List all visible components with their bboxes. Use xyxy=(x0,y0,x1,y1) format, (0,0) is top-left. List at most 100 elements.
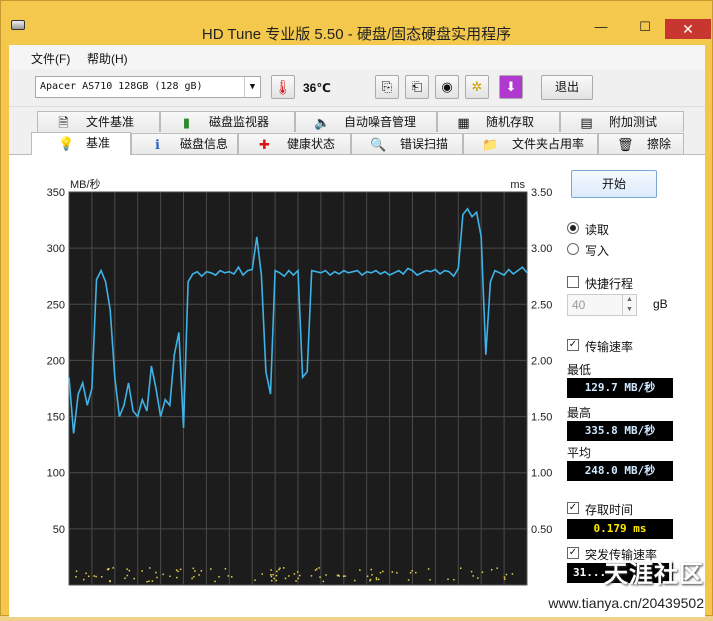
y-tick-left: 100 xyxy=(47,468,65,480)
tab-file-benchmark[interactable]: 🗎 文件基准 xyxy=(37,111,160,132)
access-time-point xyxy=(276,570,278,573)
tab-error-scan[interactable]: 🔍 错误扫描 xyxy=(351,133,463,154)
access-time-point xyxy=(198,574,200,576)
maximize-button[interactable]: ☐ xyxy=(636,20,654,34)
access-time-point xyxy=(316,568,318,570)
read-radio[interactable] xyxy=(567,222,579,234)
access-time-point xyxy=(210,568,212,570)
spin-up-icon[interactable]: ▲ xyxy=(622,295,636,305)
access-time-point xyxy=(505,573,508,576)
max-value: 335.8 MB/秒 xyxy=(567,421,673,441)
tab-benchmark[interactable]: 💡 基准 xyxy=(31,132,131,155)
tab-health[interactable]: ✚ 健康状态 xyxy=(238,133,351,154)
app-window: HD Tune 专业版 5.50 - 硬盘/固态硬盘实用程序 — ☐ ✕ 文件(… xyxy=(0,0,713,617)
menu-file[interactable]: 文件(F) xyxy=(31,50,70,67)
access-time-point xyxy=(288,575,290,577)
access-time-point xyxy=(230,576,233,578)
access-time-point xyxy=(83,578,85,581)
close-button[interactable]: ✕ xyxy=(665,19,711,39)
trash-icon: 🗑 xyxy=(617,137,634,152)
copy-info-button[interactable]: ⎘ xyxy=(375,75,399,99)
avg-value: 248.0 MB/秒 xyxy=(567,461,673,481)
toolbar: Apacer AS710 128GB (128 gB) ▼ 🌡 36℃ ⎘ ⎗ … xyxy=(9,69,705,107)
access-time-point xyxy=(371,574,373,576)
exit-button[interactable]: 退出 xyxy=(541,75,593,100)
short-stroke-label: 快捷行程 xyxy=(585,277,634,291)
short-stroke-value: 40 xyxy=(572,298,586,312)
spin-down-icon[interactable]: ▼ xyxy=(622,305,636,315)
chart-icon: ▮ xyxy=(182,115,191,130)
access-time-point xyxy=(100,576,103,578)
access-time-point xyxy=(477,577,479,579)
grid-icon: ▦ xyxy=(457,115,470,130)
tab-random-access[interactable]: ▦ 随机存取 xyxy=(437,111,560,132)
access-time-point xyxy=(427,568,430,570)
access-time-point xyxy=(375,577,378,579)
access-time-point xyxy=(503,578,506,580)
copy-icon: ⎘ xyxy=(381,79,393,94)
transfer-rate-label: 传输速率 xyxy=(585,340,634,354)
access-time-point xyxy=(369,578,372,581)
download-icon: ⬇ xyxy=(505,79,517,94)
access-time-point xyxy=(151,580,154,582)
drive-select[interactable]: Apacer AS710 128GB (128 gB) ▼ xyxy=(35,76,261,98)
screenshot-button[interactable]: ◉ xyxy=(435,75,459,99)
access-time-point xyxy=(95,575,97,578)
access-time-point xyxy=(193,575,195,578)
access-time-point xyxy=(214,580,216,583)
y-tick-right: 2.00 xyxy=(531,355,552,367)
save-button[interactable]: ⬇ xyxy=(499,75,523,99)
tab-row-primary: 💡 基准 ℹ 磁盘信息 ✚ 健康状态 🔍 错误扫描 📁 文件夹占用率 🗑 擦除 xyxy=(9,132,705,155)
access-time-point xyxy=(295,580,297,582)
short-stroke-input[interactable]: 40 ▲ ▼ xyxy=(567,294,637,316)
access-time-point xyxy=(496,567,498,569)
y-tick-right: 0.50 xyxy=(531,524,552,536)
write-radio[interactable] xyxy=(567,243,579,255)
menu-help[interactable]: 帮助(H) xyxy=(87,50,128,67)
access-time-point xyxy=(481,571,484,574)
access-time-point xyxy=(156,576,158,579)
y-tick-left: 200 xyxy=(47,355,65,367)
access-time-point xyxy=(409,572,412,574)
access-time-value: 0.179 ms xyxy=(567,519,673,539)
access-time-point xyxy=(322,580,325,583)
copy-all-button[interactable]: ⎗ xyxy=(405,75,429,99)
transfer-rate-checkbox[interactable]: ✓ xyxy=(567,339,579,351)
min-label: 最低 xyxy=(567,363,592,377)
access-time-point xyxy=(284,577,287,580)
access-time-point xyxy=(379,571,382,574)
access-time-point xyxy=(133,577,135,580)
access-time-point xyxy=(391,571,394,573)
options-button[interactable]: ✲ xyxy=(465,75,489,99)
tab-disk-monitor[interactable]: ▮ 磁盘监视器 xyxy=(160,111,295,132)
access-time-checkbox[interactable]: ✓ xyxy=(567,502,579,514)
tab-aam[interactable]: 🔈 自动噪音管理 xyxy=(295,111,437,132)
tab-folder-usage[interactable]: 📁 文件夹占用率 xyxy=(463,133,598,154)
tab-extra-tests[interactable]: ▤ 附加测试 xyxy=(560,111,684,132)
tab-erase[interactable]: 🗑 擦除 xyxy=(598,133,684,154)
access-time-point xyxy=(407,579,410,581)
tab-disk-info[interactable]: ℹ 磁盘信息 xyxy=(131,133,238,154)
start-button[interactable]: 开始 xyxy=(571,170,657,198)
access-time-point xyxy=(176,576,178,579)
burst-rate-checkbox[interactable]: ✓ xyxy=(567,547,579,559)
access-time-point xyxy=(93,575,96,577)
y-tick-left: 350 xyxy=(47,187,65,199)
folder-icon: 📁 xyxy=(482,137,499,152)
y-tick-left: 50 xyxy=(53,524,65,536)
access-time-point xyxy=(275,574,278,577)
magnifier-icon: 🔍 xyxy=(370,137,387,152)
y-tick-right: 1.00 xyxy=(531,468,552,480)
title-bar: HD Tune 专业版 5.50 - 硬盘/固态硬盘实用程序 — ☐ ✕ xyxy=(1,1,712,45)
tests-icon: ▤ xyxy=(580,115,593,130)
short-stroke-checkbox[interactable] xyxy=(567,276,579,288)
access-time-point xyxy=(148,580,150,582)
max-label: 最高 xyxy=(567,406,592,420)
access-time-point xyxy=(272,573,274,576)
y-tick-right: 3.00 xyxy=(531,243,552,255)
access-time-point xyxy=(299,574,301,577)
y-axis-label-left: MB/秒 xyxy=(70,177,101,191)
access-time-point xyxy=(375,578,378,581)
access-time-point xyxy=(359,569,361,571)
minimize-button[interactable]: — xyxy=(592,20,610,34)
